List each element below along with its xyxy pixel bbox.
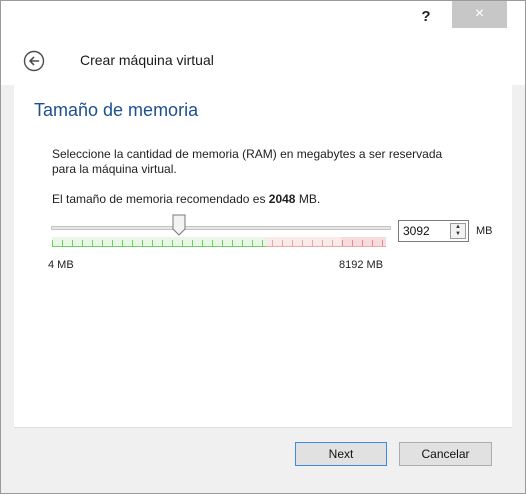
memory-slider-ticks	[52, 237, 386, 247]
recommend-suffix: MB.	[295, 192, 321, 206]
page-title: Tamaño de memoria	[34, 100, 199, 120]
recommended-memory-text: El tamaño de memoria recomendado es 2048…	[52, 192, 320, 206]
memory-size-spinbox[interactable]: 3092 ▲ ▼	[398, 220, 469, 242]
warning-range-bar	[266, 237, 341, 247]
danger-range-bar	[341, 237, 386, 247]
memory-unit-label: MB	[476, 225, 493, 237]
footer-separator	[14, 427, 512, 428]
memory-slider-track[interactable]	[51, 226, 391, 230]
safe-range-bar	[52, 237, 266, 247]
spin-up-arrow-icon[interactable]: ▲	[451, 224, 465, 231]
spinbox-arrows[interactable]: ▲ ▼	[450, 223, 466, 239]
content-panel	[14, 85, 512, 427]
help-button[interactable]: ?	[403, 4, 449, 30]
slider-max-label: 8192 MB	[339, 259, 384, 271]
wizard-title: Crear máquina virtual	[80, 52, 214, 68]
title-bar: ? ×	[1, 1, 525, 31]
memory-size-value[interactable]: 3092	[403, 224, 430, 238]
next-button[interactable]: Next	[295, 442, 387, 466]
memory-description: Seleccione la cantidad de memoria (RAM) …	[52, 147, 443, 176]
back-arrow-icon[interactable]	[23, 50, 45, 72]
wizard-header: Crear máquina virtual	[1, 31, 525, 85]
dialog-window: ? × Crear máquina virtual Tamaño de memo…	[0, 0, 526, 494]
slider-min-label: 4 MB	[48, 259, 74, 271]
spin-down-arrow-icon[interactable]: ▼	[451, 231, 465, 238]
close-button[interactable]: ×	[452, 1, 507, 28]
cancel-button[interactable]: Cancelar	[399, 442, 492, 466]
memory-slider-thumb[interactable]	[172, 214, 186, 236]
recommended-memory-value: 2048	[268, 192, 296, 206]
recommend-prefix: El tamaño de memoria recomendado es	[52, 192, 269, 206]
